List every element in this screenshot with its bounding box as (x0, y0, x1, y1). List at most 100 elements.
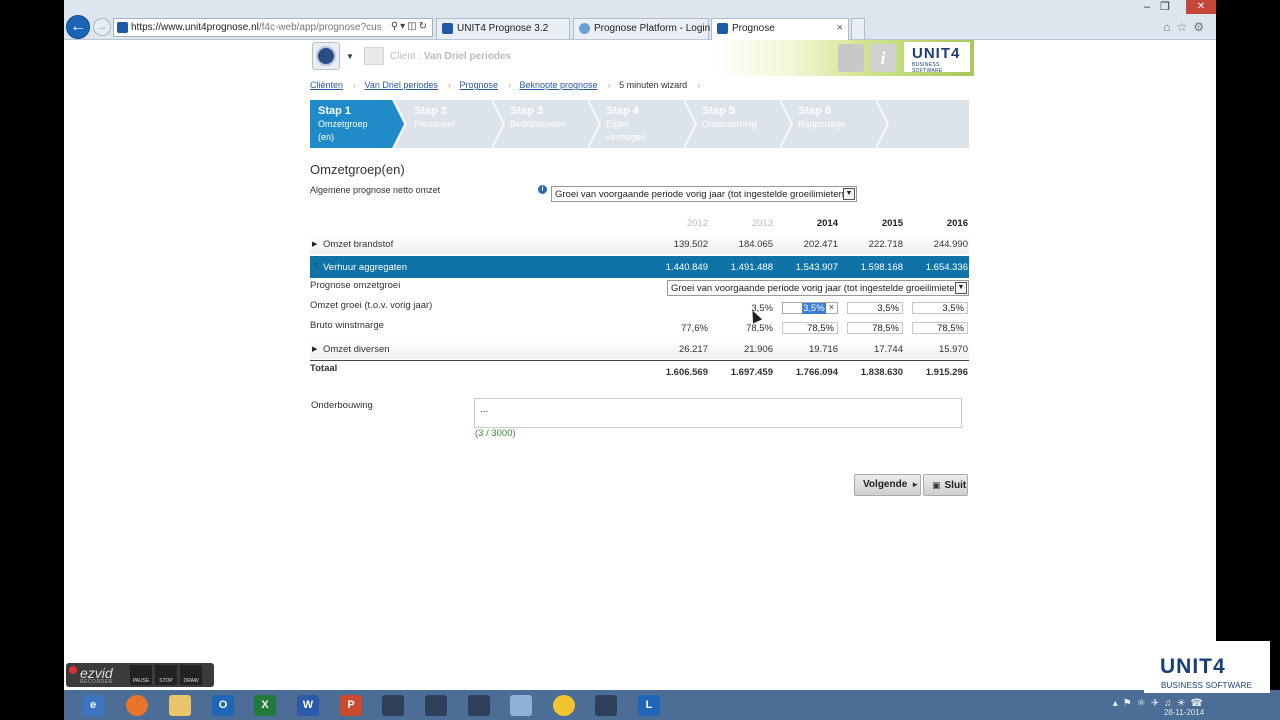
breadcrumb-current: 5 minuten wizard (619, 80, 688, 90)
browser-tool-icons[interactable]: ⌂☆⚙ (1163, 20, 1210, 34)
clear-icon[interactable]: × (829, 302, 834, 313)
onderbouwing-label: Onderbouwing (311, 400, 373, 411)
year-2014: 2014 (816, 218, 838, 229)
briefcase-icon (364, 47, 384, 65)
powerpoint-icon[interactable]: P (340, 695, 362, 716)
record-icon (69, 666, 77, 674)
user-icon[interactable] (838, 44, 864, 72)
browser-window: ← → https://www.unit4prognose.nl/f4c-web… (64, 0, 1216, 690)
bruto-winstmarge-2015-input[interactable]: 78,5% (847, 322, 903, 334)
calculator-icon[interactable] (595, 695, 617, 716)
wizard-steps: Stap 1 Omzetgroep (en) Stap 2 Personeel Sta… (310, 100, 969, 148)
tab-favicon-icon (442, 23, 453, 34)
chevron-down-icon: ▼ (955, 282, 967, 294)
scale-icon[interactable] (468, 695, 490, 716)
folder-icon[interactable] (169, 695, 191, 716)
ie-icon[interactable]: e (82, 695, 104, 716)
step-3[interactable]: Stap 3 Bedrijfskosten (502, 100, 586, 148)
info-icon[interactable]: i (538, 185, 547, 194)
step-1[interactable]: Stap 1 Omzetgroep (en) (310, 100, 392, 148)
year-2012: 2012 (686, 218, 708, 229)
page-title: Omzetgroep(en) (310, 162, 405, 177)
chevron-down-icon: ▼ (843, 188, 855, 200)
firefox-icon[interactable] (126, 695, 148, 716)
row-omzet-groei: Omzet groei (t.o.v. vorig jaar) 3,5% 3,5… (310, 299, 969, 319)
omzet-groei-2015-input[interactable]: 3,5% (847, 302, 903, 314)
app-header: ▼ Client : Van Driel periodes i UNIT4 BU… (64, 40, 1216, 76)
step-5[interactable]: Stap 5 Onderneming (694, 100, 784, 148)
tool-icon[interactable] (425, 695, 447, 716)
excel-icon[interactable]: X (254, 695, 276, 716)
general-prognosis-label: Algemene prognose netto omzet (310, 185, 441, 195)
omzet-groei-2014-input[interactable]: 3,5% × (782, 302, 838, 314)
row-omzet-brandstof[interactable]: ▶ Omzet brandstof 139.502 184.065 202.47… (310, 234, 969, 254)
window-controls[interactable]: –❐ (1144, 0, 1180, 13)
expand-icon[interactable]: ▶ (312, 345, 317, 353)
year-2016: 2016 (946, 218, 968, 229)
draw-button[interactable]: DRAW (180, 665, 202, 685)
browser-chrome: ← → https://www.unit4prognose.nl/f4c-web… (64, 0, 1216, 40)
tab-favicon-icon (579, 23, 590, 34)
tab-prognose-platform-login[interactable]: Prognose Platform - Login (573, 18, 710, 39)
address-tools[interactable]: ⚲▾◫↻ (391, 21, 429, 32)
outlook-icon[interactable]: O (212, 695, 234, 716)
step-2[interactable]: Stap 2 Personeel (406, 100, 486, 148)
step-6-arrow (875, 100, 889, 148)
close-doc-icon: ▣ (932, 480, 941, 490)
chrome-icon[interactable] (553, 695, 575, 716)
step-6[interactable]: Stap 6 Rapportage (790, 100, 874, 148)
unit4-logo: UNIT4 BUSINESS SOFTWARE (904, 42, 970, 74)
unit4-watermark: UNIT4 BUSINESS SOFTWARE (1144, 641, 1270, 693)
new-tab-button[interactable] (851, 18, 865, 39)
bruto-winstmarge-2016-input[interactable]: 78,5% (912, 322, 968, 334)
tab-prognose[interactable]: Prognose × (711, 18, 849, 40)
collapse-icon[interactable]: ▼ (312, 262, 319, 269)
prognose-omzetgroei-select[interactable]: Groei van voorgaande periode vorig jaar … (667, 280, 969, 296)
lync-icon[interactable]: L (638, 695, 660, 716)
year-header: 2012 2013 2014 2015 2016 (310, 218, 969, 230)
taskbar-clock: 28-11-2014 (1154, 706, 1214, 720)
site-favicon-icon (117, 22, 128, 33)
next-button[interactable]: Volgende ► (854, 474, 921, 496)
year-2013: 2013 (751, 218, 773, 229)
address-bar[interactable]: https://www.unit4prognose.nl/f4c-web/app… (113, 18, 433, 37)
omzet-groei-2016-input[interactable]: 3,5% (912, 302, 968, 314)
pause-button[interactable]: PAUSE (130, 665, 152, 685)
general-prognosis-select[interactable]: Groei van voorgaande periode vorig jaar … (551, 186, 857, 202)
hand-icon[interactable] (510, 695, 532, 716)
onderbouwing-textarea[interactable]: ... (474, 398, 962, 428)
close-tab-icon[interactable]: × (837, 22, 843, 34)
breadcrumb-beknopte-prognose[interactable]: Beknopte prognose (519, 80, 597, 90)
client-label: Client : Van Driel periodes (390, 51, 512, 62)
ezvid-recorder: ezvid RECORDER PAUSE STOP DRAW (66, 663, 214, 687)
breadcrumb-client[interactable]: Van Driel periodes (365, 80, 438, 90)
close-button[interactable]: ▣ Sluit (923, 474, 968, 496)
row-bruto-winstmarge: Bruto winstmarge 77,6% 78,5% 78,5% 78,5%… (310, 319, 969, 339)
chevron-down-icon[interactable]: ▼ (346, 52, 354, 61)
back-button[interactable]: ← (66, 15, 90, 39)
breadcrumb: Cliënten › Van Driel periodes › Prognose › … (310, 80, 701, 90)
address-url: https://www.unit4prognose.nl/f4c-web/app… (131, 22, 381, 33)
info-icon[interactable]: i (870, 44, 896, 72)
row-omzet-diversen[interactable]: ▶ Omzet diversen 26.217 21.906 19.716 17… (310, 339, 969, 359)
row-verhuur-aggregaten[interactable]: ▼ Verhuur aggregaten 1.440.849 1.491.488… (310, 256, 969, 278)
app-logo-icon (316, 46, 336, 66)
forward-button[interactable]: → (93, 18, 111, 36)
breadcrumb-prognose[interactable]: Prognose (459, 80, 498, 90)
step-4[interactable]: Stap 4 Eigen vermogen (598, 100, 682, 148)
bruto-winstmarge-2014-input[interactable]: 78,5% (782, 322, 838, 334)
tab-unit4-prognose[interactable]: UNIT4 Prognose 3.2 (436, 18, 570, 39)
tab-favicon-icon (717, 23, 728, 34)
year-2015: 2015 (881, 218, 903, 229)
stop-button[interactable]: STOP (155, 665, 177, 685)
word-icon[interactable]: W (297, 695, 319, 716)
onderbouwing-char-count: (3 / 3000) (475, 428, 516, 439)
breadcrumb-clienten[interactable]: Cliënten (310, 80, 343, 90)
window-close-icon[interactable]: ✕ (1186, 0, 1216, 14)
screen-border-right (1216, 0, 1280, 720)
taskbar: e O X W P L ▴⚑⚛✈♫☀☎ (64, 690, 1280, 720)
remote-desktop-icon[interactable] (382, 695, 404, 716)
expand-icon[interactable]: ▶ (312, 240, 317, 248)
arrow-right-icon: ► (911, 480, 920, 489)
app-menu-button[interactable] (312, 42, 340, 70)
